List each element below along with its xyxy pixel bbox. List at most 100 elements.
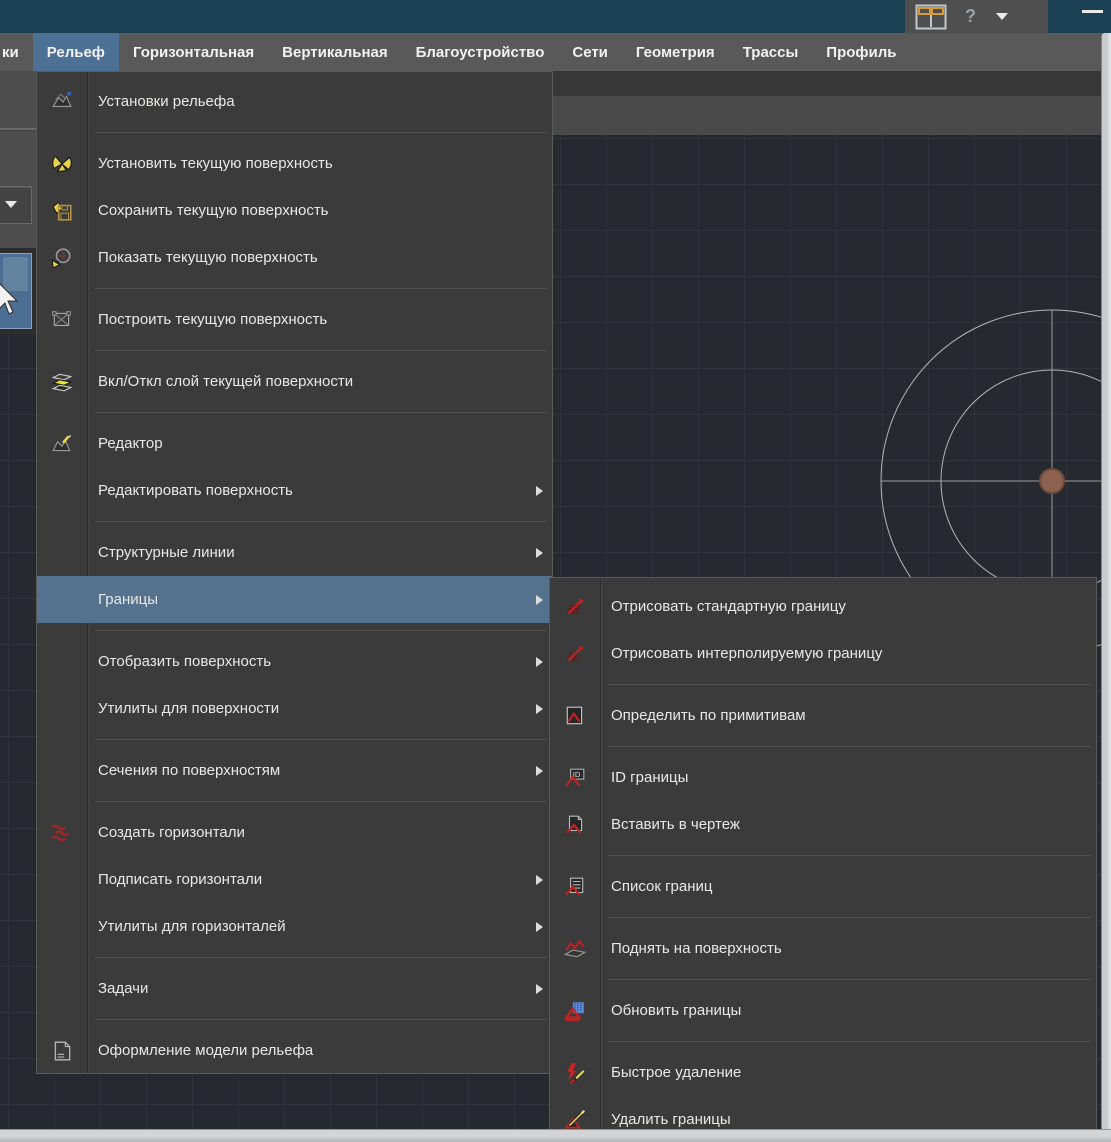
menu-item-label: Установки рельефа [87,93,235,110]
bottom-window-edge [0,1129,1111,1142]
menu-item-label: Утилиты для горизонталей [87,918,286,935]
submenu-arrow-icon [536,984,543,994]
menu-item-label: Удалить границы [600,1111,731,1128]
menu-item-label: Подписать горизонтали [87,871,262,888]
show-current-surface-icon [37,247,87,269]
menu-separator [550,910,1096,925]
menu-item-editor[interactable]: Редактор [37,420,552,467]
menu-item-tasks[interactable]: Задачи [37,965,552,1012]
menu-separator [37,343,552,358]
menubar-item-relief[interactable]: Рельеф [33,33,119,71]
menu-item-build-current-surface[interactable]: Построить текущую поверхность [37,296,552,343]
menu-item-label: Границы [87,591,158,608]
menubar-item-partial-menu[interactable]: ки [0,33,33,71]
menu-separator [37,1012,552,1027]
menu-item-label-contours[interactable]: Подписать горизонтали [37,856,552,903]
menu-item-relief-settings[interactable]: Установки рельефа [37,78,552,125]
menu-item-set-current-surface[interactable]: Установить текущую поверхность [37,140,552,187]
draw-interpolated-boundary-icon [550,643,600,665]
terrain-settings-icon [37,91,87,113]
menu-item-relief-model-decoration[interactable]: Оформление модели рельефа [37,1027,552,1074]
menu-item-update-boundaries[interactable]: Обновить границы [550,987,1096,1034]
menu-separator [37,125,552,140]
menu-item-label: Обновить границы [600,1002,741,1019]
menu-item-boundaries[interactable]: Границы [37,576,552,623]
relief-dropdown-menu: Установки рельефа Установить текущую пове… [36,71,553,1074]
minimize-icon[interactable] [1082,10,1103,13]
define-by-primitives-icon [550,705,600,727]
submenu-arrow-icon [536,704,543,714]
select-tool-button[interactable] [0,253,32,329]
menu-item-create-contours[interactable]: Создать горизонтали [37,809,552,856]
menu-item-display-surface[interactable]: Отобразить поверхность [37,638,552,685]
help-button[interactable]: ? [965,0,976,33]
menu-item-label: Сохранить текущую поверхность [87,202,329,219]
menubar-item-networks[interactable]: Сети [558,33,622,71]
menu-item-toggle-current-surface-layer[interactable]: Вкл/Откл слой текущей поверхности [37,358,552,405]
quick-delete-icon [550,1061,600,1085]
menu-item-edit-surface[interactable]: Редактировать поверхность [37,467,552,514]
toggle-layer-icon [37,371,87,393]
submenu-arrow-icon [536,486,543,496]
menu-separator [550,739,1096,754]
chevron-down-icon[interactable] [996,13,1008,20]
toolbar-divider [0,128,36,131]
menu-item-boundary-id[interactable]: IDID границы [550,754,1096,801]
editor-icon [37,433,87,455]
menu-item-boundary-list[interactable]: Список границ [550,863,1096,910]
menu-item-quick-delete[interactable]: Быстрое удаление [550,1049,1096,1096]
menu-item-surface-sections[interactable]: Сечения по поверхностям [37,747,552,794]
menu-separator [37,281,552,296]
set-current-surface-icon [37,153,87,175]
menu-separator [550,848,1096,863]
menu-separator [37,514,552,529]
menu-separator [550,677,1096,692]
infocenter-panel: ? [905,0,1048,33]
menu-item-draw-standard-boundary[interactable]: Отрисовать стандартную границу [550,583,1096,630]
menu-item-label: Список границ [600,878,712,895]
menubar-item-horizontal[interactable]: Горизонтальная [119,33,268,71]
boundary-id-icon: ID [550,767,600,789]
menu-separator [37,794,552,809]
menu-item-label: Задачи [87,980,148,997]
right-window-edge [1101,33,1111,1142]
menu-item-label: Установить текущую поверхность [87,155,333,172]
menubar-item-geometry[interactable]: Геометрия [622,33,729,71]
menu-item-show-current-surface[interactable]: Показать текущую поверхность [37,234,552,281]
tool-palette [0,248,36,334]
menu-item-raise-to-surface[interactable]: Поднять на поверхность [550,925,1096,972]
layer-combo-box[interactable] [0,186,32,224]
menu-item-surface-utilities[interactable]: Утилиты для поверхности [37,685,552,732]
menu-separator [550,972,1096,987]
menu-item-label: Утилиты для поверхности [87,700,279,717]
menu-item-structure-lines[interactable]: Структурные линии [37,529,552,576]
menubar-item-vertical[interactable]: Вертикальная [268,33,401,71]
menu-item-save-current-surface[interactable]: Сохранить текущую поверхность [37,187,552,234]
menubar-item-landscaping[interactable]: Благоустройство [402,33,559,71]
chevron-down-icon [5,201,17,208]
menu-item-contour-utilities[interactable]: Утилиты для горизонталей [37,903,552,950]
menu-item-label: Отобразить поверхность [87,653,271,670]
menu-item-insert-into-drawing[interactable]: Вставить в чертеж [550,801,1096,848]
left-toolbar [0,70,36,249]
menubar: киРельефГоризонтальнаяВертикальнаяБлагоу… [0,33,1111,71]
menu-item-label: Построить текущую поверхность [87,311,327,328]
menu-item-draw-interpolated-boundary[interactable]: Отрисовать интерполируемую границу [550,630,1096,677]
boundaries-submenu: Отрисовать стандартную границу Отрисовать… [549,577,1097,1142]
submenu-arrow-icon [536,595,543,605]
menubar-item-routes[interactable]: Трассы [729,33,813,71]
application-window: ? киРельефГоризонтальнаяВертикальнаяБлаг… [0,0,1111,1142]
menu-item-label: Отрисовать интерполируемую границу [600,645,882,662]
decorate-model-icon [37,1040,87,1062]
menu-item-define-by-primitives[interactable]: Определить по примитивам [550,692,1096,739]
menu-item-label: Структурные линии [87,544,235,561]
menu-separator [37,732,552,747]
menubar-item-profile[interactable]: Профиль [812,33,910,71]
window-icon[interactable] [915,4,947,30]
menu-item-label: Показать текущую поверхность [87,249,318,266]
delete-boundaries-icon [550,1108,600,1132]
draw-standard-boundary-icon [550,596,600,618]
update-boundaries-icon [550,1000,600,1022]
raise-to-surface-icon [550,937,600,961]
boundary-list-icon [550,876,600,898]
